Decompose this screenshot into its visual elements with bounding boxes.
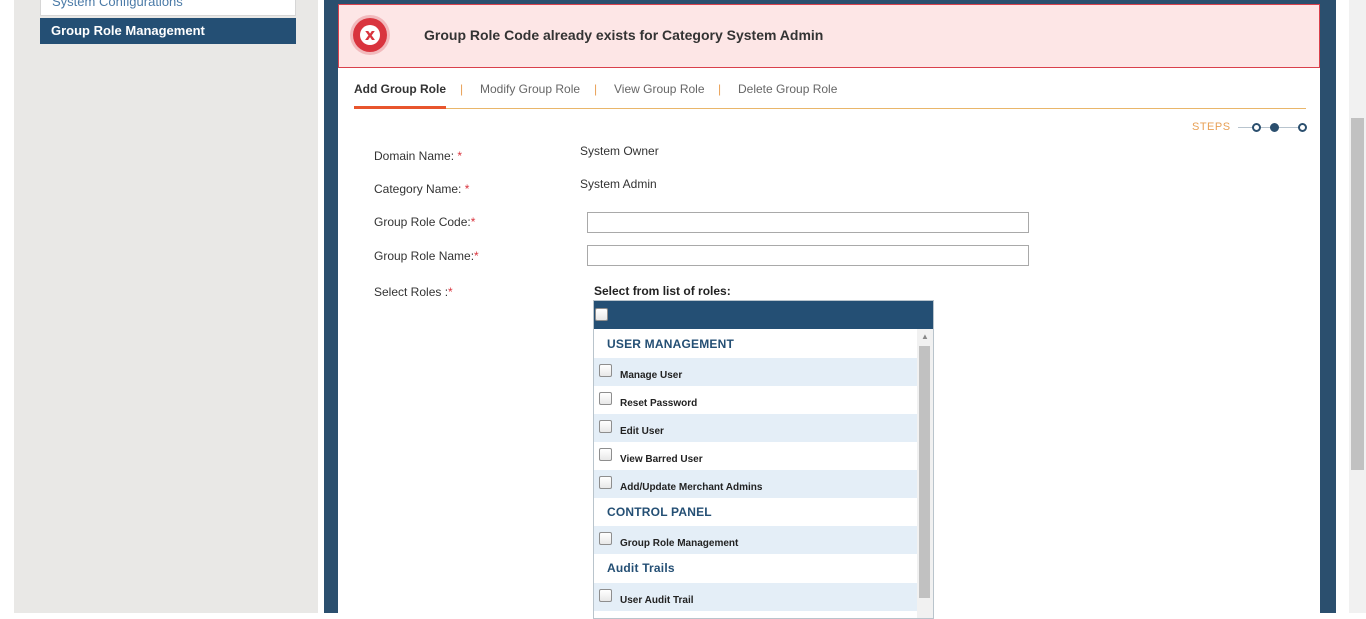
tab-view-group-role[interactable]: View Group Role xyxy=(614,82,705,96)
tab-add-group-role[interactable]: Add Group Role xyxy=(354,82,446,96)
group-role-code-label: Group Role Code:* xyxy=(374,215,476,229)
roles-list-box: USER MANAGEMENT Manage User Reset Passwo… xyxy=(593,300,934,619)
role-checkbox[interactable] xyxy=(599,392,612,405)
sidebar-item-group-role-management[interactable]: Group Role Management xyxy=(40,18,296,44)
role-row-user-audit-trail[interactable]: User Audit Trail xyxy=(594,583,917,611)
group-role-name-label: Group Role Name:* xyxy=(374,249,479,263)
role-checkbox[interactable] xyxy=(599,476,612,489)
select-roles-label: Select Roles :* xyxy=(374,285,453,299)
error-x-icon: x xyxy=(353,18,387,52)
role-group-heading: USER MANAGEMENT xyxy=(607,337,735,351)
step-1-dot xyxy=(1252,123,1261,132)
sidebar: System Configurations Group Role Managem… xyxy=(14,0,318,613)
page-scrollbar-thumb[interactable] xyxy=(1351,118,1364,470)
error-message: Group Role Code already exists for Categ… xyxy=(424,27,824,43)
tab-separator: | xyxy=(460,82,464,96)
page-right-margin xyxy=(1336,0,1349,613)
role-label: Manage User xyxy=(620,370,683,381)
tab-separator: | xyxy=(718,82,722,96)
role-checkbox[interactable] xyxy=(599,364,612,377)
sidebar-item-label: System Configurations xyxy=(52,0,183,9)
sidebar-item-system-configurations[interactable]: System Configurations xyxy=(40,0,296,16)
role-row-group-role-management[interactable]: Group Role Management xyxy=(594,526,917,554)
role-label: View Barred User xyxy=(620,454,703,465)
steps-label: STEPS xyxy=(1192,121,1231,133)
role-checkbox[interactable] xyxy=(599,420,612,433)
roles-list: USER MANAGEMENT Manage User Reset Passwo… xyxy=(594,329,917,618)
role-checkbox[interactable] xyxy=(599,532,612,545)
tab-delete-group-role[interactable]: Delete Group Role xyxy=(738,82,837,96)
role-row-view-barred-user[interactable]: View Barred User xyxy=(594,442,917,470)
content-panel: x Group Role Code already exists for Cat… xyxy=(338,4,1320,619)
role-row-manage-user[interactable]: Manage User xyxy=(594,358,917,386)
step-2-dot xyxy=(1270,123,1279,132)
sidebar-item-label: Group Role Management xyxy=(51,23,205,38)
role-checkbox[interactable] xyxy=(599,448,612,461)
step-3-dot xyxy=(1298,123,1307,132)
roles-list-header xyxy=(594,301,933,329)
role-label: User Audit Trail xyxy=(620,595,694,606)
tab-divider-line xyxy=(354,108,1306,109)
roles-scrollbar-thumb[interactable] xyxy=(919,346,930,598)
tab-separator: | xyxy=(594,82,598,96)
role-label: Edit User xyxy=(620,426,664,437)
role-label: Reset Password xyxy=(620,398,698,409)
category-name-label: Category Name: * xyxy=(374,182,470,196)
error-alert: x Group Role Code already exists for Cat… xyxy=(338,4,1320,68)
scroll-up-arrow-icon[interactable]: ▲ xyxy=(921,333,929,341)
role-checkbox[interactable] xyxy=(599,589,612,602)
group-role-code-input[interactable] xyxy=(587,212,1029,233)
category-name-value: System Admin xyxy=(580,177,657,191)
domain-name-label: Domain Name: * xyxy=(374,149,463,163)
role-label: Group Role Management xyxy=(620,538,739,549)
select-all-checkbox[interactable] xyxy=(595,308,608,321)
role-group-heading: CONTROL PANEL xyxy=(607,505,712,519)
active-tab-indicator xyxy=(354,106,446,109)
main-frame: x Group Role Code already exists for Cat… xyxy=(324,0,1336,619)
group-role-name-input[interactable] xyxy=(587,245,1029,266)
role-row-add-update-merchant-admins[interactable]: Add/Update Merchant Admins xyxy=(594,470,917,498)
role-group-heading: Audit Trails xyxy=(607,561,675,575)
role-row-reset-password[interactable]: Reset Password xyxy=(594,386,917,414)
page-gutter xyxy=(0,0,14,613)
role-label: Add/Update Merchant Admins xyxy=(620,482,763,493)
role-row-edit-user[interactable]: Edit User xyxy=(594,414,917,442)
roles-list-title: Select from list of roles: xyxy=(594,284,731,298)
domain-name-value: System Owner xyxy=(580,144,659,158)
tab-modify-group-role[interactable]: Modify Group Role xyxy=(480,82,580,96)
